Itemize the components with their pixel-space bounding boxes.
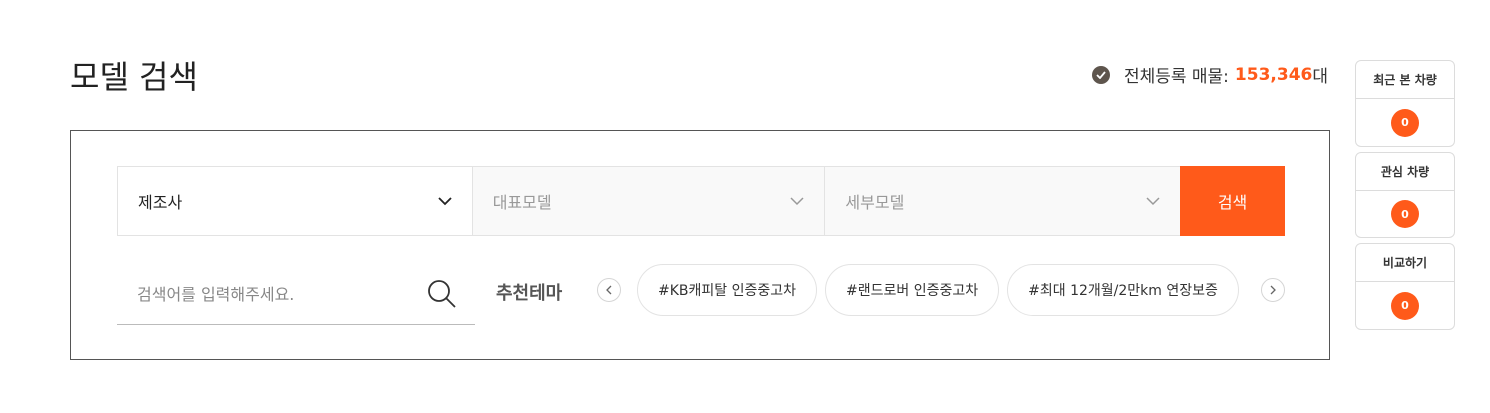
compare-count: 0 (1391, 291, 1419, 320)
theme-tag[interactable]: #KB캐피탈 인증중고차 (637, 264, 818, 316)
maker-select[interactable]: 제조사 (118, 167, 473, 235)
search-button[interactable]: 검색 (1180, 166, 1286, 236)
maker-select-value: 제조사 (138, 193, 183, 212)
detail-model-select-value: 세부모델 (845, 193, 905, 212)
theme-tag[interactable]: #랜드로버 인증중고차 (825, 264, 1000, 316)
search-icon[interactable] (427, 279, 457, 309)
favorite-vehicles-widget[interactable]: 관심 차량 0 (1355, 152, 1455, 238)
compare-widget[interactable]: 비교하기 0 (1355, 243, 1455, 330)
model-select-value: 대표모델 (492, 193, 552, 212)
detail-model-select[interactable]: 세부모델 (825, 167, 1181, 235)
theme-tag[interactable]: #최대 12개월/2만km 연장보증 (1007, 264, 1239, 316)
chevron-down-icon (1146, 197, 1160, 206)
total-listings: 전체등록 매물: 153,346 대 (1091, 62, 1328, 87)
chevron-down-icon (790, 197, 804, 206)
page-title: 모델 검색 (70, 58, 198, 96)
search-panel: 제조사 대표모델 세부모델 검색 추천테마 #KB캐피탈 인증중고차#랜드로버 … (70, 130, 1330, 360)
chevron-left-icon (606, 285, 612, 295)
keyword-search-box (117, 265, 475, 325)
recent-vehicles-count: 0 (1391, 108, 1419, 137)
chevron-right-icon (1270, 285, 1276, 295)
recommended-theme-label: 추천테마 (496, 283, 563, 304)
compare-label: 비교하기 (1356, 244, 1454, 282)
favorite-vehicles-count: 0 (1391, 200, 1419, 228)
theme-tag-list: #KB캐피탈 인증중고차 #랜드로버 인증중고차 #최대 12개월/2만km 연장보… (637, 264, 1251, 316)
total-listings-label: 전체등록 매물: (1123, 67, 1229, 87)
filter-row: 제조사 대표모델 세부모델 검색 (117, 166, 1286, 236)
total-listings-count: 153,346 (1234, 64, 1313, 85)
recent-vehicles-label: 최근 본 차량 (1356, 61, 1454, 99)
theme-prev-button[interactable] (597, 278, 621, 302)
favorite-vehicles-label: 관심 차량 (1356, 153, 1454, 191)
total-listings-unit: 대 (1312, 67, 1328, 87)
chevron-down-icon (438, 197, 452, 206)
model-select[interactable]: 대표모델 (472, 167, 826, 235)
keyword-input[interactable] (137, 285, 397, 304)
theme-next-button[interactable] (1261, 278, 1285, 302)
recent-vehicles-widget[interactable]: 최근 본 차량 0 (1355, 60, 1455, 147)
check-circle-icon (1091, 65, 1110, 84)
